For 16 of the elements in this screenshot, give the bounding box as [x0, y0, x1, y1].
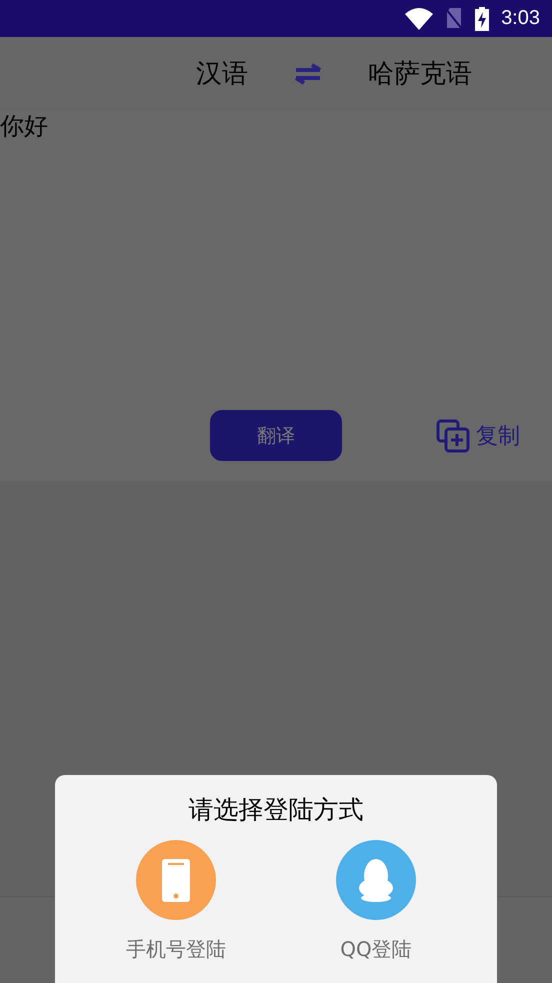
login-option-label[interactable]: 手机号登陆	[126, 936, 226, 963]
target-language[interactable]: 哈萨克语	[368, 56, 472, 91]
penguin-icon[interactable]	[336, 840, 416, 920]
wifi-icon	[405, 8, 434, 30]
battery-charging-icon	[475, 6, 490, 30]
translate-button[interactable]: 翻译	[210, 410, 342, 461]
status-time: 3:03	[501, 7, 540, 30]
dialog-title: 请选择登陆方式	[188, 794, 364, 826]
copy-icon[interactable]	[436, 418, 470, 452]
phone-icon[interactable]	[136, 840, 216, 920]
login-option-label[interactable]: QQ登陆	[340, 936, 412, 963]
no-sim-icon	[445, 8, 464, 30]
input-field[interactable]: 你好	[0, 110, 48, 410]
copy-label[interactable]: 复制	[476, 420, 520, 450]
swap-icon[interactable]	[294, 62, 322, 84]
source-language[interactable]: 汉语	[196, 56, 248, 91]
